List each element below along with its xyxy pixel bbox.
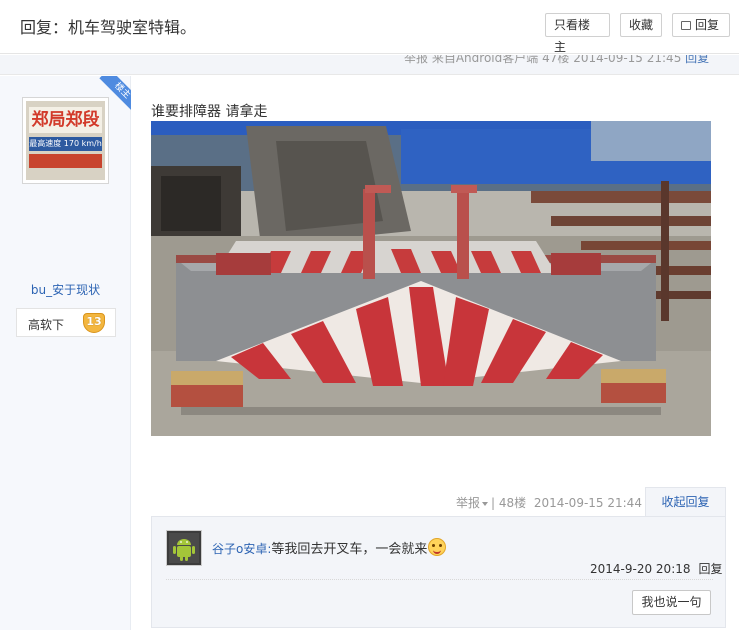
speech-bubble-icon [681, 21, 691, 30]
level-number: 13 [86, 315, 102, 328]
shield-badge-icon: 13 [83, 313, 105, 333]
avatar-sign-text: 郑局郑段 [29, 107, 102, 133]
avatar-stripe [29, 154, 102, 168]
commenter-username[interactable]: 谷子o安卓 [212, 542, 267, 556]
favorite-button[interactable]: 收藏 [620, 13, 662, 37]
op-badge: 楼主 [95, 76, 131, 112]
previous-floor-meta-text: 举报 来自Android客户端 47楼 2014-09-15 21:45 回复 [404, 55, 709, 66]
floor-number: 47楼 [542, 55, 570, 65]
op-badge-label: 楼主 [99, 76, 131, 112]
post-tail: 举报 | 48楼 2014-09-15 21:44 [456, 494, 642, 511]
previous-floor-meta: 举报 来自Android客户端 47楼 2014-09-15 21:45 回复 [0, 55, 739, 75]
comment-reply-link[interactable]: 回复 [699, 562, 723, 576]
post-datetime: 2014-09-15 21:45 [573, 55, 682, 65]
author-level[interactable]: 高软下 13 [16, 308, 116, 337]
author-username[interactable]: bu_安于现状 [0, 281, 131, 298]
tail-separator: | [491, 496, 496, 510]
post-datetime: 2014-09-15 21:44 [533, 496, 642, 510]
source-text: 来自Android客户端 [431, 55, 539, 65]
author-panel: 郑局郑段 最高速度 170 km/h bu_安于现状 高软下 13 [0, 76, 131, 630]
thread-title: 回复：机车驾驶室特辑。 [20, 18, 197, 37]
comment-text-line: 谷子o安卓:等我回去开叉车，一会就来 [212, 538, 447, 557]
add-comment-button[interactable]: 我也说一句 [632, 590, 711, 615]
reply-button[interactable]: 回复 [672, 13, 730, 37]
collapse-replies-button[interactable]: 收起回复 [645, 487, 726, 517]
reply-link[interactable]: 回复 [685, 55, 709, 65]
avatar-speed-text: 最高速度 170 km/h [29, 137, 102, 151]
post-text: 谁要排障器 请拿走 [151, 104, 268, 120]
thread-header: 回复：机车驾驶室特辑。 只看楼主 收藏 回复 [0, 0, 739, 54]
avatar-image: 郑局郑段 最高速度 170 km/h [26, 101, 105, 180]
commenter-avatar[interactable] [166, 530, 202, 566]
report-link[interactable]: 举报 [404, 55, 428, 65]
comment-panel: 谷子o安卓:等我回去开叉车，一会就来 2014-9-20 20:18 回复 我也说… [151, 516, 726, 628]
android-icon [169, 533, 199, 563]
post-photo[interactable] [151, 121, 711, 436]
level-title: 高软下 [28, 318, 65, 332]
only-author-button[interactable]: 只看楼主 [545, 13, 610, 54]
comment-text: 等我回去开叉车，一会就来 [271, 542, 428, 557]
floor-number: 48楼 [498, 496, 527, 510]
comment-meta: 2014-9-20 20:18 回复 [590, 560, 723, 577]
comment-datetime: 2014-9-20 20:18 [590, 562, 691, 576]
caret-down-icon[interactable] [482, 502, 489, 506]
grin-face-icon [428, 538, 447, 556]
report-link[interactable]: 举报 [456, 496, 480, 510]
reply-button-label: 回复 [695, 18, 720, 32]
